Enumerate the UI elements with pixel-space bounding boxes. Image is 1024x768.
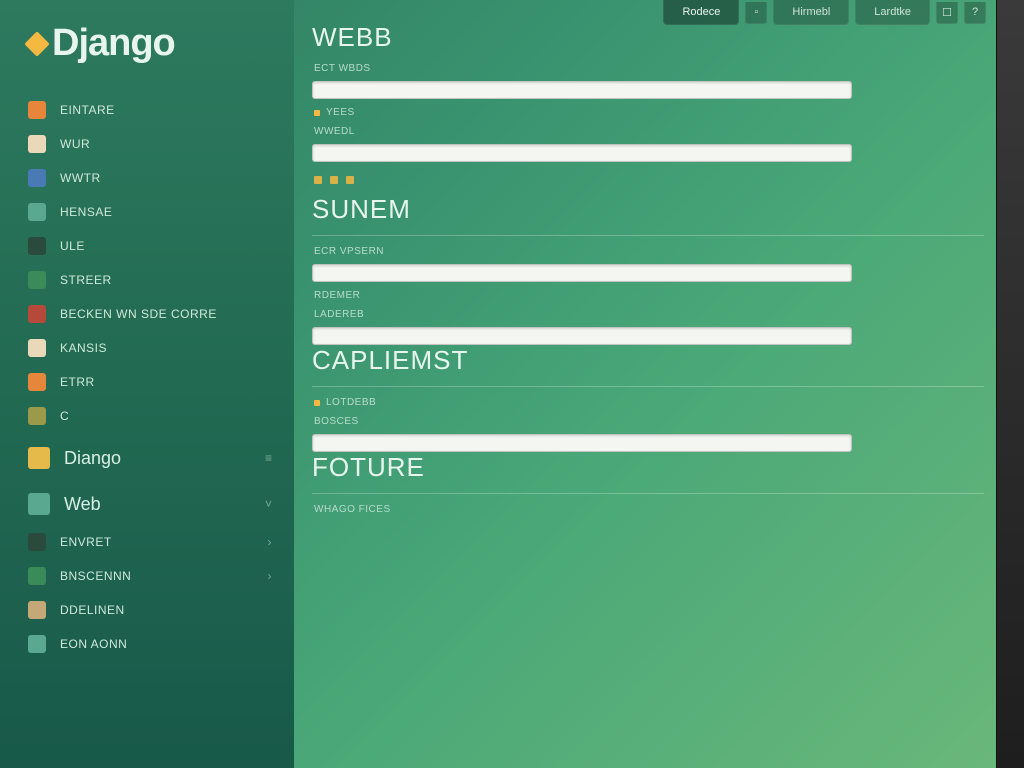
sidebar-item-envret[interactable]: Envret ›: [24, 525, 294, 559]
nav-icon: [28, 169, 46, 187]
nav-icon: [28, 203, 46, 221]
tab-lardtke[interactable]: Lardtke: [855, 0, 930, 25]
window-frame-edge: [996, 0, 1024, 768]
bullet-icon: [314, 400, 320, 406]
sidebar-item-ddelinen[interactable]: Ddelinen: [24, 593, 294, 627]
field-label: Wwedl: [314, 126, 984, 137]
nav-label: Wwtr: [60, 171, 284, 185]
indicator-dots: [314, 176, 984, 184]
nav-label: Etrr: [60, 375, 284, 389]
text-input[interactable]: [312, 144, 852, 162]
divider: [312, 493, 984, 494]
sidebar-section-web[interactable]: Web ˅: [24, 479, 294, 525]
sidebar-item-streer[interactable]: Streer: [24, 263, 294, 297]
brand-text: Django: [52, 22, 175, 65]
tab-bar: Rodece ▫ HirmeblLardtke ☐?: [663, 0, 986, 25]
sidebar-nav: Eintare Wur Wwtr Hensae Ule Streer Becken Wn S…: [0, 93, 294, 768]
form-content: Webb Ect Wbds Yees Wwedl Sunem Ecr Vpsern Rdem…: [312, 0, 1024, 768]
sidebar-item-wwtr[interactable]: Wwtr: [24, 161, 294, 195]
tab-indicator-icon: ▫: [745, 2, 767, 24]
section-title-webb: Webb: [312, 22, 984, 53]
nav-icon: [28, 135, 46, 153]
text-input[interactable]: [312, 81, 852, 99]
tab-rodece[interactable]: Rodece: [663, 0, 739, 25]
divider: [312, 386, 984, 387]
nav-label: C: [60, 409, 284, 423]
text-input[interactable]: [312, 434, 852, 452]
nav-label: Kansis: [60, 341, 284, 355]
nav-label: Becken Wn Sde Corre: [60, 307, 284, 321]
field-label: Lotdebb: [314, 397, 984, 408]
nav-icon: [28, 407, 46, 425]
nav-label: Bnscennn: [60, 569, 254, 583]
field-label: Rdemer: [314, 290, 984, 301]
sidebar-item-kansis[interactable]: Kansis: [24, 331, 294, 365]
field-label: Bosces: [314, 416, 984, 427]
sidebar-item-bnscennn[interactable]: Bnscennn ›: [24, 559, 294, 593]
nav-icon: [28, 271, 46, 289]
nav-label: Streer: [60, 273, 284, 287]
nav-icon: [28, 339, 46, 357]
nav-label: Ddelinen: [60, 603, 284, 617]
diamond-icon: [24, 31, 49, 56]
nav-icon: [28, 237, 46, 255]
section-title-foture: Foture: [312, 452, 984, 483]
nav-icon: [28, 601, 46, 619]
window-icon[interactable]: ☐: [936, 2, 958, 24]
sidebar-item-becken-wn-sde-corre[interactable]: Becken Wn Sde Corre: [24, 297, 294, 331]
nav-icon: [28, 101, 46, 119]
nav-label: Eintare: [60, 103, 284, 117]
sidebar-item-etrr[interactable]: Etrr: [24, 365, 294, 399]
nav-icon: [28, 373, 46, 391]
field-label: Ecr Vpsern: [314, 246, 984, 257]
main-panel: Rodece ▫ HirmeblLardtke ☐? Webb Ect Wbds Yees…: [294, 0, 1024, 768]
nav-icon: [28, 447, 50, 469]
nav-icon: [28, 305, 46, 323]
field-label: Ladereb: [314, 309, 984, 320]
nav-icon: [28, 567, 46, 585]
tab-hirmebl[interactable]: Hirmebl: [773, 0, 849, 25]
help-icon[interactable]: ?: [964, 2, 986, 24]
bullet-icon: [314, 110, 320, 116]
sidebar-section-diango[interactable]: Diango ≡: [24, 433, 294, 479]
sidebar: Django Eintare Wur Wwtr Hensae Ule Streer Beck…: [0, 0, 294, 768]
sidebar-item-wur[interactable]: Wur: [24, 127, 294, 161]
chevron-icon: ≡: [265, 451, 284, 465]
nav-label: Envret: [60, 535, 254, 549]
sidebar-item-c[interactable]: C: [24, 399, 294, 433]
nav-icon: [28, 533, 46, 551]
nav-label: Web: [64, 494, 251, 515]
text-input[interactable]: [312, 264, 852, 282]
chevron-icon: ›: [268, 569, 285, 583]
nav-icon: [28, 635, 46, 653]
sidebar-item-eon-aonn[interactable]: Eon Aonn: [24, 627, 294, 661]
nav-label: Eon Aonn: [60, 637, 284, 651]
section-title-capliemst: Capliemst: [312, 345, 984, 376]
nav-icon: [28, 493, 50, 515]
nav-label: Wur: [60, 137, 284, 151]
field-label: Whago Fices: [314, 504, 984, 515]
field-label: Yees: [314, 107, 984, 118]
divider: [312, 235, 984, 236]
nav-label: Hensae: [60, 205, 284, 219]
brand-logo: Django: [0, 0, 294, 93]
sidebar-item-hensae[interactable]: Hensae: [24, 195, 294, 229]
sidebar-item-eintare[interactable]: Eintare: [24, 93, 294, 127]
section-title-sunem: Sunem: [312, 194, 984, 225]
sidebar-item-ule[interactable]: Ule: [24, 229, 294, 263]
nav-label: Diango: [64, 448, 251, 469]
text-input[interactable]: [312, 327, 852, 345]
chevron-icon: ˅: [265, 497, 284, 511]
nav-label: Ule: [60, 239, 284, 253]
chevron-icon: ›: [268, 535, 285, 549]
field-label: Ect Wbds: [314, 63, 984, 74]
